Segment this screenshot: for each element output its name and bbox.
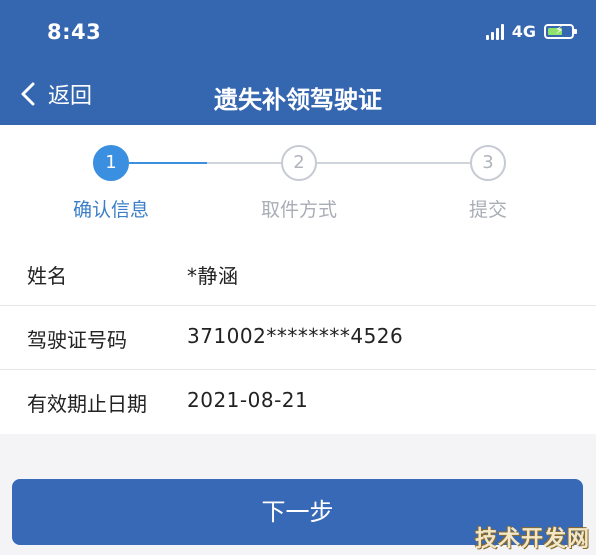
info-row-name: 姓名 *静涵 — [0, 242, 596, 306]
app-header: 8:43 4G ⚡ 返回 遗失补领驾驶证 — [0, 0, 596, 125]
step-2-circle: 2 — [281, 145, 317, 181]
step-line-1 — [207, 162, 281, 164]
step-progress-line — [129, 162, 207, 164]
step-1-circle: 1 — [93, 145, 129, 181]
battery-charging-icon: ⚡ — [544, 23, 577, 39]
info-row-expiry-date: 有效期止日期 2021-08-21 — [0, 370, 596, 434]
step-indicator: 1 2 3 确认信息 取件方式 提交 — [0, 125, 596, 242]
step-1-label: 确认信息 — [72, 199, 149, 221]
info-list: 姓名 *静涵 驾驶证号码 371002********4526 有效期止日期 2… — [0, 242, 596, 434]
status-icons: 4G ⚡ — [485, 22, 577, 41]
info-row-license-number: 驾驶证号码 371002********4526 — [0, 306, 596, 370]
step-2-label: 取件方式 — [260, 199, 337, 221]
info-value: 371002********4526 — [187, 324, 404, 348]
nav-bar: 返回 遗失补领驾驶证 — [0, 70, 596, 120]
signal-icon — [485, 23, 504, 40]
info-value: *静涵 — [187, 264, 239, 288]
info-label: 有效期止日期 — [27, 392, 147, 416]
info-label: 姓名 — [27, 264, 67, 288]
network-type: 4G — [511, 22, 536, 41]
page-title: 遗失补领驾驶证 — [214, 86, 382, 114]
step-line-2 — [317, 162, 470, 164]
step-3-label: 提交 — [468, 199, 507, 221]
watermark: 技术开发网 — [474, 527, 590, 552]
info-label: 驾驶证号码 — [27, 328, 127, 352]
step-3-circle: 3 — [470, 145, 506, 181]
info-value: 2021-08-21 — [187, 388, 309, 412]
status-time: 8:43 — [47, 20, 102, 44]
